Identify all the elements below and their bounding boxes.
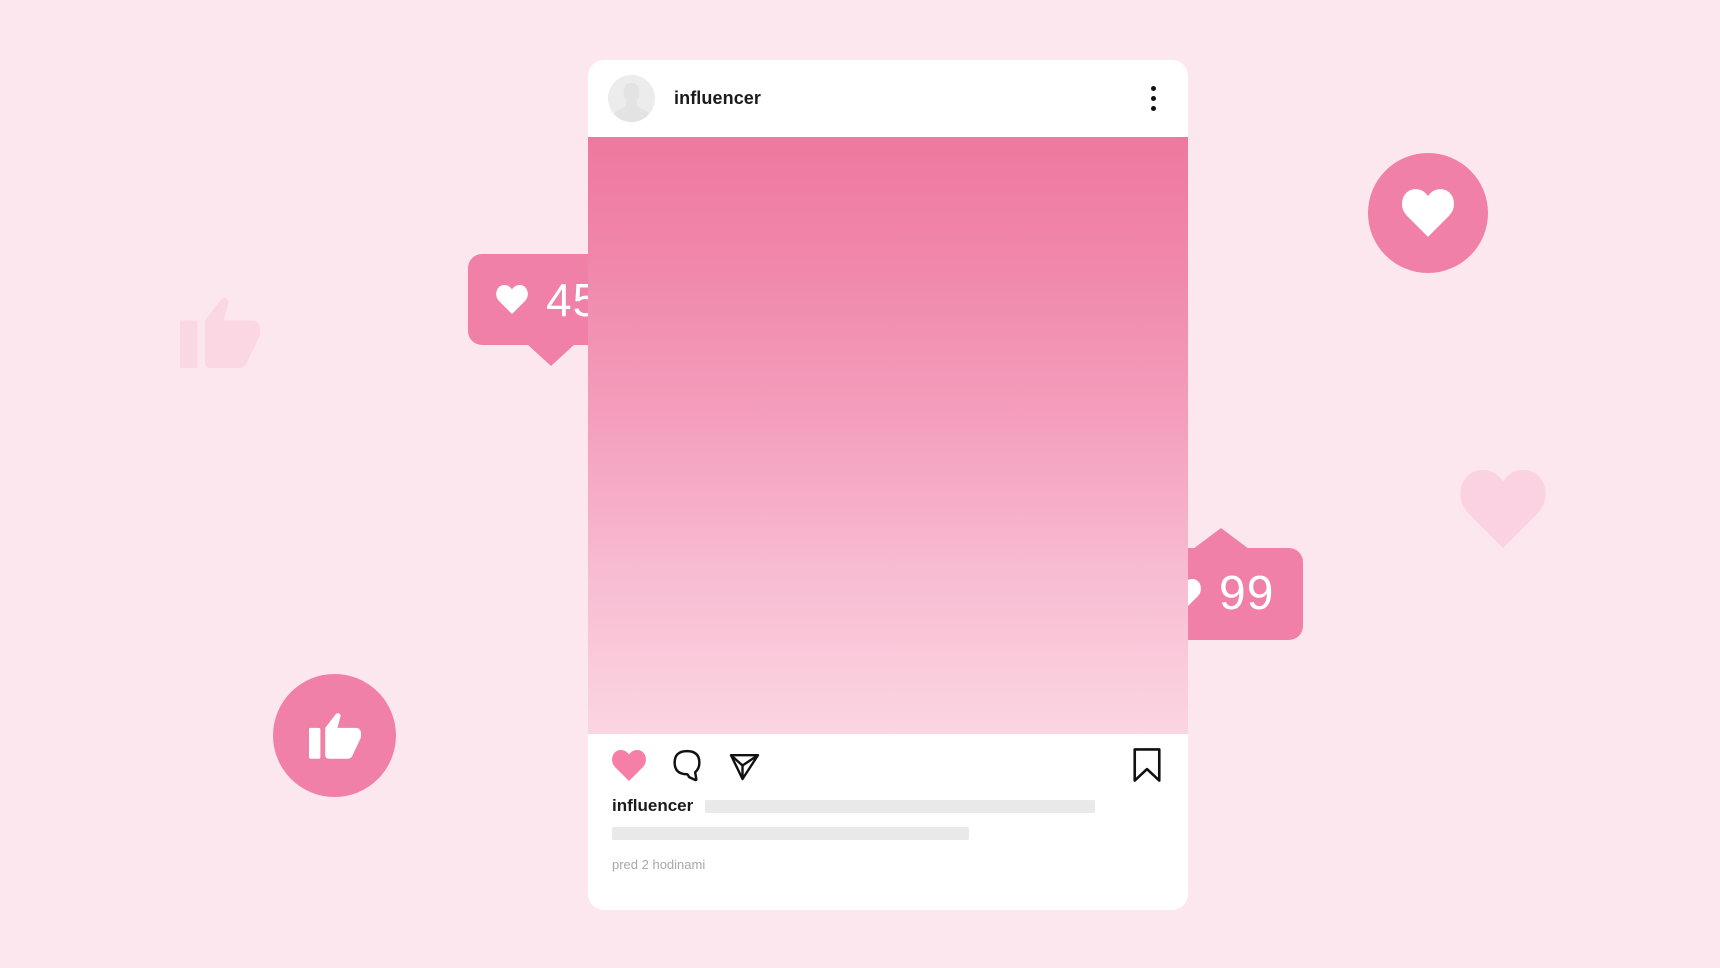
default-user-avatar-icon xyxy=(608,75,655,122)
heart-filled-icon xyxy=(1460,470,1546,548)
thumbs-up-icon xyxy=(308,712,361,759)
paper-plane-icon xyxy=(729,753,760,780)
menu-dot xyxy=(1150,106,1156,111)
post-image[interactable] xyxy=(588,137,1188,734)
heart-filled-icon xyxy=(1402,189,1454,237)
post-caption: influencer pred 2 hodinami xyxy=(588,796,1188,910)
post-action-bar xyxy=(588,734,1188,796)
menu-dot xyxy=(1150,86,1156,91)
share-button[interactable] xyxy=(727,748,762,783)
speech-bubble-icon xyxy=(673,749,701,782)
caption-line-1: influencer xyxy=(612,796,1162,816)
like-button[interactable] xyxy=(612,749,646,781)
post-card: influencer influencer pred 2 hodinami xyxy=(588,60,1188,910)
bookmark-icon xyxy=(1133,748,1161,782)
post-username[interactable]: influencer xyxy=(674,88,761,109)
like-count: 99 xyxy=(1219,567,1275,620)
post-header: influencer xyxy=(588,60,1188,137)
badge-tail xyxy=(1193,528,1249,549)
circle-heart-badge xyxy=(1368,153,1488,273)
post-timestamp: pred 2 hodinami xyxy=(612,857,706,872)
heart-filled-icon xyxy=(612,749,646,781)
heart-filled-icon xyxy=(496,285,528,314)
badge-tail xyxy=(527,344,575,366)
caption-placeholder-bar xyxy=(705,799,1096,813)
save-button[interactable] xyxy=(1132,747,1162,783)
avatar[interactable] xyxy=(608,75,655,122)
canvas: 45 99 influencer influencer pred 2 hodin… xyxy=(0,0,1720,968)
comment-button[interactable] xyxy=(670,748,704,782)
caption-username[interactable]: influencer xyxy=(612,796,693,816)
caption-placeholder-bar xyxy=(612,827,969,840)
menu-dot xyxy=(1150,96,1156,101)
kebab-menu-icon[interactable] xyxy=(1140,84,1166,114)
thumbs-up-icon xyxy=(178,298,262,368)
circle-thumbs-up-badge xyxy=(273,674,396,797)
